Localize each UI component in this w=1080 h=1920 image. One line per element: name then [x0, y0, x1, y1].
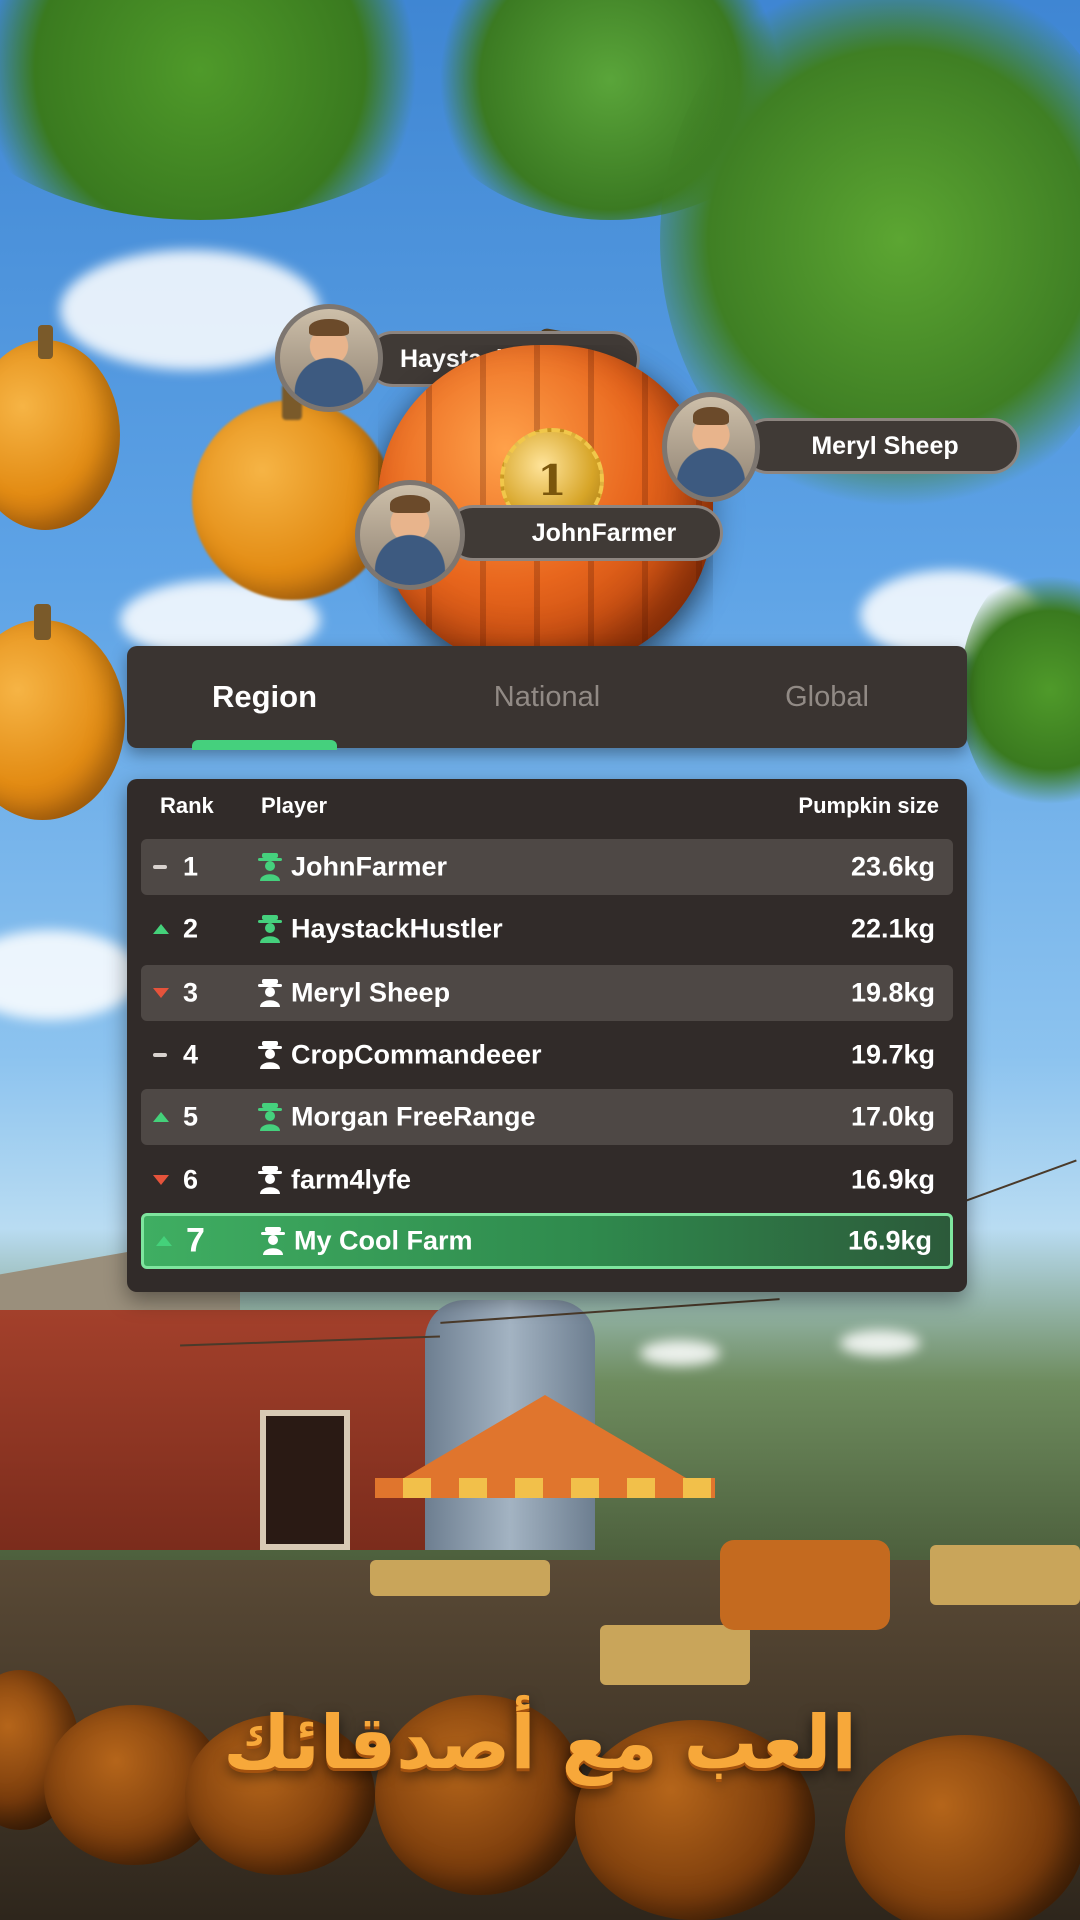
table-row[interactable]: 2 HaystackHustler 22.1kg: [141, 901, 953, 957]
active-tab-indicator: [192, 740, 337, 750]
rank-value: 5: [183, 1101, 199, 1132]
medal-label: 1: [537, 455, 567, 505]
farmer-icon: [257, 1041, 283, 1069]
bunting: [963, 1159, 1077, 1203]
leaderboard-header: Rank Player Pumpkin size: [127, 779, 967, 829]
table-row[interactable]: 3 Meryl Sheep 19.8kg: [141, 965, 953, 1021]
avatar[interactable]: [662, 392, 760, 502]
rank-value: 3: [183, 977, 199, 1008]
trend-up-icon: [156, 1236, 172, 1246]
farmer-icon: [257, 1103, 283, 1131]
pumpkin-size: 22.1kg: [850, 913, 935, 944]
hay-bale: [600, 1625, 750, 1685]
rank-value: 4: [183, 1039, 199, 1070]
leaderboard-tabs: Region National Global: [127, 646, 967, 750]
trend-same-icon: [153, 865, 167, 869]
table-row-current-user[interactable]: 7 My Cool Farm 16.9kg: [141, 1213, 953, 1269]
podium-player-name: Meryl Sheep: [811, 431, 959, 460]
hay-bale: [370, 1560, 550, 1596]
rank-column-header: Rank: [160, 793, 214, 818]
pumpkin-size: 23.6kg: [850, 851, 935, 882]
table-row[interactable]: 6 farm4lyfe 16.9kg: [141, 1152, 953, 1208]
trend-down-icon: [153, 1175, 169, 1185]
player-name: JohnFarmer: [291, 851, 448, 882]
farmer-icon: [260, 1227, 286, 1255]
podium-player-johnfarmer[interactable]: JohnFarmer: [445, 505, 723, 561]
hay-bale: [930, 1545, 1080, 1605]
player-name: farm4lyfe: [291, 1164, 412, 1195]
trend-down-icon: [153, 988, 169, 998]
tab-label: National: [493, 680, 601, 713]
podium-player-name: JohnFarmer: [531, 518, 677, 547]
player-column-header: Player: [261, 793, 328, 818]
player-name: CropCommandeeer: [291, 1039, 542, 1070]
farmer-icon: [257, 853, 283, 881]
foliage: [0, 0, 460, 220]
player-name: My Cool Farm: [294, 1225, 473, 1256]
cloud: [840, 1330, 920, 1356]
player-name: Morgan FreeRange: [291, 1101, 536, 1132]
table-row[interactable]: 5 Morgan FreeRange 17.0kg: [141, 1089, 953, 1145]
tab-region[interactable]: Region: [177, 646, 352, 748]
size-column-header: Pumpkin size: [798, 793, 939, 818]
player-name: HaystackHustler: [291, 913, 503, 944]
pumpkin-size: 16.9kg: [847, 1225, 932, 1256]
podium-player-meryl-sheep[interactable]: Meryl Sheep: [740, 418, 1020, 474]
rank-value: 2: [183, 913, 199, 944]
farmer-icon: [257, 1166, 283, 1194]
player-name: Meryl Sheep: [291, 977, 451, 1008]
floating-pumpkin: [0, 604, 125, 820]
cloud: [640, 1340, 720, 1366]
barn-door: [260, 1410, 350, 1550]
cloud: [0, 930, 140, 1020]
avatar[interactable]: [275, 304, 383, 412]
rank-value: 1: [183, 851, 199, 882]
table-row[interactable]: 4 CropCommandeeer 19.7kg: [141, 1027, 953, 1083]
tent-band: [375, 1478, 715, 1498]
tab-national[interactable]: National: [457, 646, 637, 748]
farmer-icon: [257, 915, 283, 943]
farmer-icon: [257, 979, 283, 1007]
table-row[interactable]: 1 JohnFarmer 23.6kg: [141, 839, 953, 895]
trend-up-icon: [153, 924, 169, 934]
rank-value: 7: [186, 1221, 205, 1260]
leaderboard: Rank Player Pumpkin size 1 JohnFarmer 23.6…: [127, 779, 967, 1292]
pumpkin-size: 16.9kg: [850, 1164, 935, 1195]
pumpkin-size: 17.0kg: [850, 1101, 935, 1132]
rank-value: 6: [183, 1164, 199, 1195]
trend-up-icon: [153, 1112, 169, 1122]
floating-pumpkin: [192, 384, 392, 600]
tab-label: Global: [785, 680, 869, 713]
pumpkin-size: 19.7kg: [850, 1039, 935, 1070]
tab-label: Region: [211, 679, 318, 714]
tab-global[interactable]: Global: [742, 646, 912, 748]
promo-caption: العب مع أصدقائك: [223, 1700, 857, 1786]
tractor: [720, 1540, 890, 1630]
avatar[interactable]: [355, 480, 465, 590]
pumpkin-size: 19.8kg: [850, 977, 935, 1008]
floating-pumpkin: [0, 324, 120, 530]
trend-same-icon: [153, 1053, 167, 1057]
